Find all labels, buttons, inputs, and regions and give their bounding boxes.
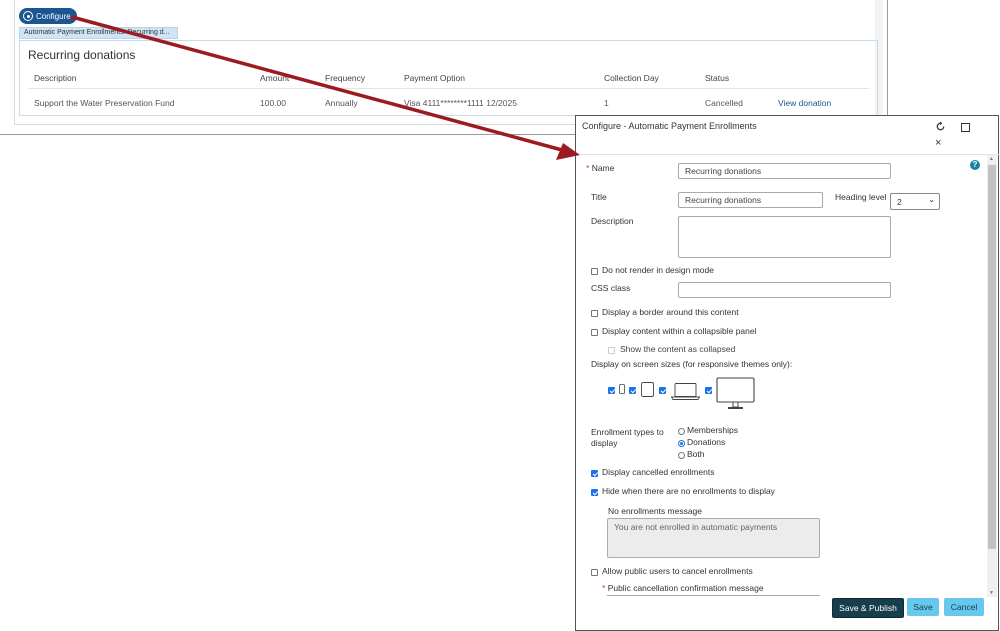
allow-cancel-checkbox[interactable] bbox=[591, 569, 598, 576]
desktop-icon bbox=[716, 377, 755, 409]
column-header-frequency: Frequency bbox=[325, 73, 366, 83]
chevron-down-icon: ⌄ bbox=[928, 195, 935, 204]
phone-size-checkbox[interactable] bbox=[608, 387, 615, 394]
column-header-description: Description bbox=[34, 73, 77, 83]
css-class-label: CSS class bbox=[591, 283, 631, 293]
memberships-option-label: Memberships bbox=[687, 425, 739, 435]
dialog-footer: Save & Publish Save Cancel bbox=[576, 596, 1000, 630]
required-marker: * bbox=[602, 583, 606, 593]
description-label: Description bbox=[591, 216, 634, 226]
public-cancellation-message-label: * Public cancellation confirmation messa… bbox=[602, 583, 764, 593]
part-title: Recurring donations bbox=[28, 48, 136, 62]
tablet-icon bbox=[641, 382, 654, 397]
laptop-size-checkbox[interactable] bbox=[659, 387, 666, 394]
dialog-body: ? * Name Recurring donations Title Recur… bbox=[576, 154, 1000, 597]
memberships-radio[interactable] bbox=[678, 428, 685, 435]
cell-status: Cancelled bbox=[705, 98, 743, 108]
title-input[interactable]: Recurring donations bbox=[678, 192, 823, 208]
hide-when-none-label: Hide when there are no enrollments to di… bbox=[602, 486, 775, 496]
configure-label: Configure bbox=[36, 11, 71, 21]
name-input[interactable]: Recurring donations bbox=[678, 163, 891, 179]
do-not-render-label: Do not render in design mode bbox=[602, 265, 714, 275]
donations-option-label: Donations bbox=[687, 437, 726, 447]
column-header-payment-option: Payment Option bbox=[404, 73, 465, 83]
cell-payment-option: Visa 4111********1111 12/2025 bbox=[404, 98, 517, 108]
heading-level-select[interactable]: 2 ⌄ bbox=[890, 193, 940, 210]
help-icon[interactable]: ? bbox=[970, 160, 980, 170]
dialog-title: Configure - Automatic Payment Enrollment… bbox=[582, 121, 757, 131]
required-marker: * bbox=[586, 163, 590, 173]
display-cancelled-label: Display cancelled enrollments bbox=[602, 467, 715, 477]
title-label: Title bbox=[591, 192, 607, 202]
heading-level-value: 2 bbox=[897, 197, 902, 207]
phone-icon bbox=[619, 384, 625, 394]
display-border-checkbox[interactable] bbox=[591, 310, 598, 317]
column-header-status: Status bbox=[705, 73, 730, 83]
maximize-icon[interactable] bbox=[961, 123, 970, 132]
dialog-scrollbar[interactable]: ▲ ▼ bbox=[987, 155, 997, 597]
display-cancelled-checkbox[interactable] bbox=[591, 470, 598, 477]
show-collapsed-checkbox[interactable] bbox=[608, 347, 615, 354]
column-header-amount: Amount bbox=[260, 73, 290, 83]
table-divider bbox=[28, 88, 869, 89]
name-label: * Name bbox=[586, 163, 615, 173]
allow-cancel-label: Allow public users to cancel enrollments bbox=[602, 566, 753, 576]
close-icon[interactable]: × bbox=[935, 138, 941, 149]
save-and-publish-button[interactable]: Save & Publish bbox=[832, 598, 904, 618]
display-border-label: Display a border around this content bbox=[602, 307, 739, 317]
cancel-button[interactable]: Cancel bbox=[944, 598, 984, 616]
configure-dialog: Configure - Automatic Payment Enrollment… bbox=[575, 115, 1000, 631]
laptop-icon bbox=[671, 383, 700, 400]
css-class-input[interactable] bbox=[678, 282, 891, 298]
both-option-label: Both bbox=[687, 449, 705, 459]
show-collapsed-label: Show the content as collapsed bbox=[620, 344, 736, 354]
both-radio[interactable] bbox=[678, 452, 685, 459]
cell-description: Support the Water Preservation Fund bbox=[34, 98, 175, 108]
no-enrollments-message-textarea[interactable]: You are not enrolled in automatic paymen… bbox=[607, 518, 820, 558]
save-button[interactable]: Save bbox=[907, 598, 939, 616]
scrollbar-thumb[interactable] bbox=[988, 165, 996, 549]
heading-level-label: Heading level bbox=[835, 192, 887, 202]
view-donation-link[interactable]: View donation bbox=[778, 98, 831, 108]
cell-frequency: Annually bbox=[325, 98, 358, 108]
gear-icon bbox=[23, 11, 33, 21]
scroll-up-arrow-icon[interactable]: ▲ bbox=[989, 156, 994, 162]
content-part-tab[interactable]: Automatic Payment Enrollments: Recurring… bbox=[19, 27, 178, 39]
description-textarea[interactable] bbox=[678, 216, 891, 258]
no-enrollments-message-label: No enrollments message bbox=[608, 506, 703, 516]
collapsible-panel-checkbox[interactable] bbox=[591, 329, 598, 336]
enrollment-types-label: Enrollment types to display bbox=[591, 427, 664, 448]
do-not-render-checkbox[interactable] bbox=[591, 268, 598, 275]
content-part: Recurring donations Description Amount F… bbox=[19, 40, 878, 116]
desktop-size-checkbox[interactable] bbox=[705, 387, 712, 394]
cell-amount: 100.00 bbox=[260, 98, 286, 108]
tablet-size-checkbox[interactable] bbox=[629, 387, 636, 394]
collapsible-panel-label: Display content within a collapsible pan… bbox=[602, 326, 757, 336]
cell-collection-day: 1 bbox=[604, 98, 609, 108]
screen-sizes-label: Display on screen sizes (for responsive … bbox=[591, 359, 793, 369]
configure-button[interactable]: Configure bbox=[19, 8, 77, 24]
hide-when-none-checkbox[interactable] bbox=[591, 489, 598, 496]
refresh-icon[interactable] bbox=[935, 121, 946, 132]
donations-radio[interactable] bbox=[678, 440, 685, 447]
column-header-collection-day: Collection Day bbox=[604, 73, 659, 83]
